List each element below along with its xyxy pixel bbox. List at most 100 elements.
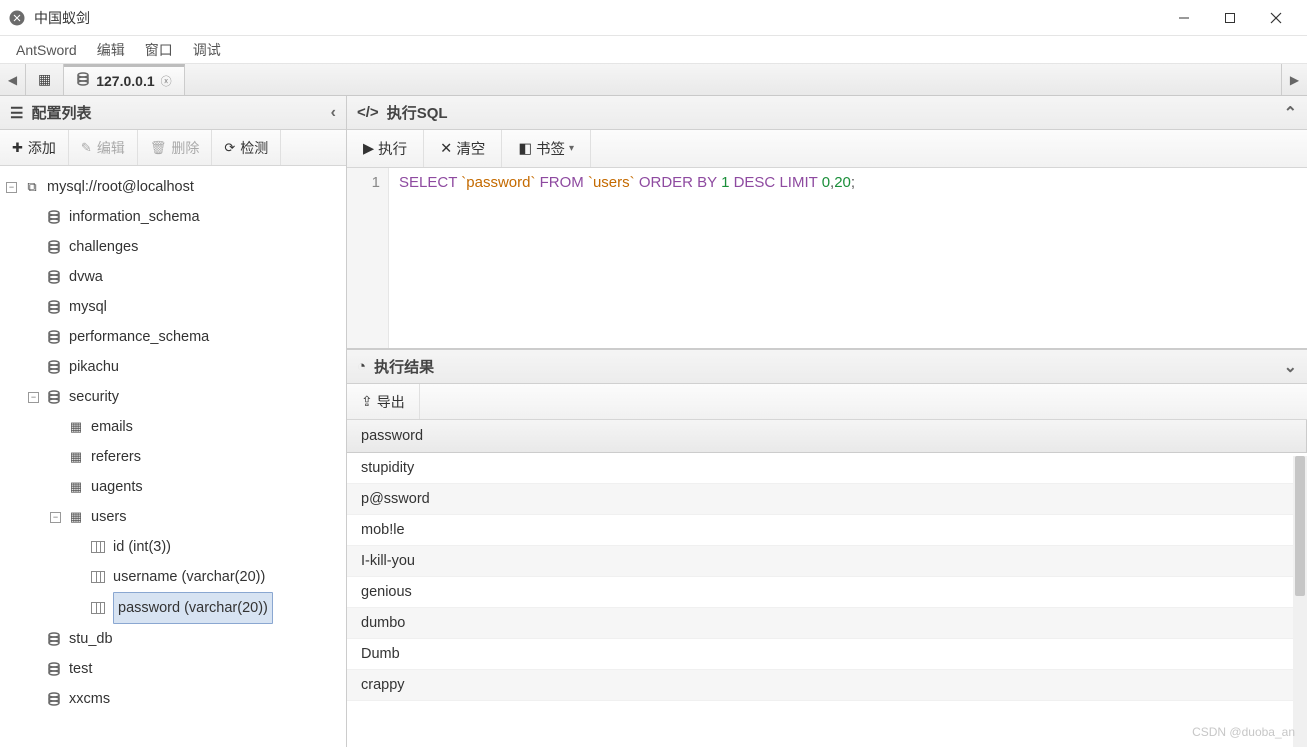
cell: I-kill-you xyxy=(347,546,1307,577)
database-icon xyxy=(45,268,63,286)
tree-database[interactable]: xxcms xyxy=(28,684,346,714)
collapse-icon[interactable]: − xyxy=(6,182,17,193)
connection-icon: ⧉ xyxy=(23,178,41,196)
collapse-icon[interactable]: − xyxy=(28,392,39,403)
edit-button[interactable]: ✎编辑 xyxy=(69,130,138,165)
result-grid[interactable]: password stupidityp@sswordmob!leI-kill-y… xyxy=(347,420,1307,747)
collapse-left-icon[interactable]: ‹ xyxy=(331,104,336,122)
tab-scroll-left[interactable]: ◀ xyxy=(0,64,26,95)
tree-table[interactable]: −▦users xyxy=(50,502,346,532)
tree-table[interactable]: ▦emails xyxy=(50,412,346,442)
sql-panel: </> 执行SQL ⌃ ▶执行 ✕清空 ◧书签 ▾ 1 SELECT `pass… xyxy=(347,96,1307,349)
delete-button[interactable]: 🗑删除 xyxy=(138,130,213,165)
column-header[interactable]: password xyxy=(347,420,1307,453)
add-button[interactable]: ✚添加 xyxy=(0,130,69,165)
tab-close-icon[interactable]: ⓧ xyxy=(161,73,172,89)
cell: genious xyxy=(347,577,1307,608)
database-icon xyxy=(45,328,63,346)
tree-database[interactable]: pikachu xyxy=(28,352,346,382)
tree-database[interactable]: mysql xyxy=(28,292,346,322)
window-titlebar: 中国蚁剑 xyxy=(0,0,1307,36)
tree-database[interactable]: −security xyxy=(28,382,346,412)
tree-database[interactable]: stu_db xyxy=(28,624,346,654)
database-icon xyxy=(45,690,63,708)
collapse-up-icon[interactable]: ⌃ xyxy=(1284,103,1297,123)
sidebar-title: 配置列表 xyxy=(31,102,91,123)
table-row[interactable]: genious xyxy=(347,577,1307,608)
caret-down-icon: ▾ xyxy=(569,143,574,154)
bookmark-button[interactable]: ◧书签 ▾ xyxy=(502,130,591,167)
menu-window[interactable]: 窗口 xyxy=(135,38,183,62)
minimize-button[interactable] xyxy=(1161,0,1207,36)
table-row[interactable]: stupidity xyxy=(347,453,1307,484)
menu-antsword[interactable]: AntSword xyxy=(6,40,87,60)
collapse-down-icon[interactable]: ⌄ xyxy=(1284,357,1297,377)
bookmark-icon: ◧ xyxy=(518,141,532,157)
sql-editor[interactable]: 1 SELECT `password` FROM `users` ORDER B… xyxy=(347,168,1307,348)
table-row[interactable]: Dumb xyxy=(347,639,1307,670)
clear-button[interactable]: ✕清空 xyxy=(424,130,502,167)
window-title: 中国蚁剑 xyxy=(34,8,1161,28)
tree-column[interactable]: password (varchar(20)) xyxy=(72,592,346,624)
tree-database[interactable]: test xyxy=(28,654,346,684)
close-button[interactable] xyxy=(1253,0,1299,36)
result-title: 执行结果 xyxy=(374,356,434,377)
database-icon xyxy=(45,358,63,376)
table-row[interactable]: dumbo xyxy=(347,608,1307,639)
database-label: test xyxy=(69,654,92,684)
tree-table[interactable]: ▦referers xyxy=(50,442,346,472)
tree-database[interactable]: challenges xyxy=(28,232,346,262)
sidebar-header: ☰ 配置列表 ‹ xyxy=(0,96,346,130)
column-label: password (varchar(20)) xyxy=(113,592,273,624)
sql-code[interactable]: SELECT `password` FROM `users` ORDER BY … xyxy=(389,168,865,348)
cell: p@ssword xyxy=(347,484,1307,515)
play-icon: ▶ xyxy=(363,141,374,157)
database-icon xyxy=(45,388,63,406)
menu-edit[interactable]: 编辑 xyxy=(87,38,135,62)
tabstrip: ◀ ▦ 127.0.0.1 ⓧ ▶ xyxy=(0,64,1307,96)
database-icon xyxy=(45,238,63,256)
window-controls xyxy=(1161,0,1299,36)
export-button[interactable]: ⇪导出 xyxy=(347,384,420,419)
tab-scroll-right[interactable]: ▶ xyxy=(1281,64,1307,95)
db-tree[interactable]: − ⧉ mysql://root@localhost information_s… xyxy=(0,166,346,747)
table-row[interactable]: I-kill-you xyxy=(347,546,1307,577)
grid-icon: ▦ xyxy=(38,71,51,88)
sidebar: ☰ 配置列表 ‹ ✚添加 ✎编辑 🗑删除 ⟳检测 − ⧉ mysql://roo… xyxy=(0,96,347,747)
table-row[interactable]: crappy xyxy=(347,670,1307,701)
database-label: mysql xyxy=(69,292,107,322)
vertical-scrollbar[interactable] xyxy=(1293,456,1307,747)
table-label: referers xyxy=(91,442,141,472)
run-button[interactable]: ▶执行 xyxy=(347,130,424,167)
menu-debug[interactable]: 调试 xyxy=(183,38,231,62)
list-icon: ☰ xyxy=(10,104,23,122)
sql-title: 执行SQL xyxy=(387,102,448,123)
tab-home[interactable]: ▦ xyxy=(26,64,64,95)
result-toolbar: ⇪导出 xyxy=(347,384,1307,420)
tree-database[interactable]: performance_schema xyxy=(28,322,346,352)
database-label: pikachu xyxy=(69,352,119,382)
tree-database[interactable]: dvwa xyxy=(28,262,346,292)
tab-connection[interactable]: 127.0.0.1 ⓧ xyxy=(64,64,184,95)
check-button[interactable]: ⟳检测 xyxy=(212,130,281,165)
tab-label: 127.0.0.1 xyxy=(96,73,154,89)
watermark: CSDN @duoba_an xyxy=(1192,725,1295,739)
code-icon: </> xyxy=(357,104,379,121)
column-label: id (int(3)) xyxy=(113,532,171,562)
tree-column[interactable]: username (varchar(20)) xyxy=(72,562,346,592)
tree-root[interactable]: − ⧉ mysql://root@localhost xyxy=(6,172,346,202)
scroll-thumb[interactable] xyxy=(1295,456,1305,596)
tree-column[interactable]: id (int(3)) xyxy=(72,532,346,562)
collapse-icon[interactable]: − xyxy=(50,512,61,523)
database-icon xyxy=(45,298,63,316)
table-row[interactable]: mob!le xyxy=(347,515,1307,546)
editor-gutter: 1 xyxy=(347,168,389,348)
table-row[interactable]: p@ssword xyxy=(347,484,1307,515)
result-header: ◔ 执行结果 ⌄ xyxy=(347,350,1307,384)
upload-icon: ⇪ xyxy=(361,393,373,410)
tree-database[interactable]: information_schema xyxy=(28,202,346,232)
tree-root-label: mysql://root@localhost xyxy=(47,172,194,202)
maximize-button[interactable] xyxy=(1207,0,1253,36)
tree-table[interactable]: ▦uagents xyxy=(50,472,346,502)
column-icon xyxy=(89,599,107,617)
